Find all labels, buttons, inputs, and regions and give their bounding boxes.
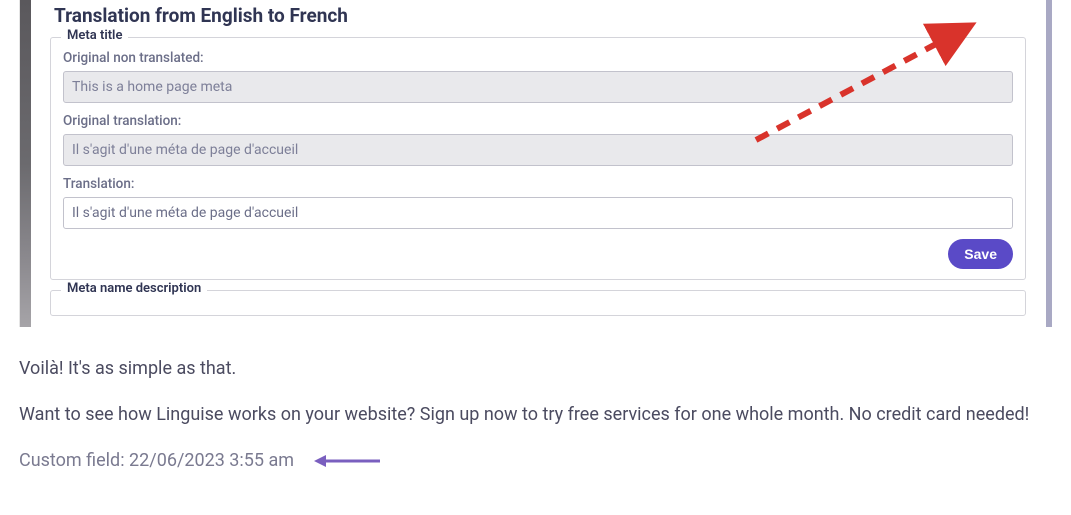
translation-editor-screenshot: Translation from English to French Meta … (19, 0, 1052, 327)
custom-field-row: Custom field: 22/06/2023 3:55 am (19, 447, 1052, 475)
save-button[interactable]: Save (948, 239, 1013, 269)
translation-group: Translation: (63, 176, 1013, 229)
article-body: Voilà! It's as simple as that. Want to s… (0, 355, 1071, 475)
translation-input[interactable] (63, 197, 1013, 229)
original-non-translated-label: Original non translated: (63, 50, 1013, 66)
original-translation-label: Original translation: (63, 113, 1013, 129)
article-line-1: Voilà! It's as simple as that. (19, 355, 1052, 383)
article-line-2: Want to see how Linguise works on your w… (19, 401, 1052, 429)
translation-panel: Translation from English to French Meta … (50, 0, 1026, 316)
save-row: Save (63, 239, 1013, 269)
page-title: Translation from English to French (54, 4, 1026, 27)
original-non-translated-group: Original non translated: (63, 50, 1013, 103)
meta-title-legend: Meta title (61, 28, 128, 43)
purple-arrow-icon (312, 454, 382, 468)
meta-name-description-fieldset: Meta name description (50, 290, 1026, 316)
original-translation-group: Original translation: (63, 113, 1013, 166)
meta-name-description-legend: Meta name description (61, 281, 207, 296)
original-translation-input (63, 134, 1013, 166)
translation-label: Translation: (63, 176, 1013, 192)
custom-field-value: 22/06/2023 3:55 am (129, 450, 294, 471)
original-non-translated-input (63, 71, 1013, 103)
meta-title-fieldset: Meta title Original non translated: Orig… (50, 37, 1026, 280)
window-edge-strip (20, 0, 31, 327)
custom-field-label: Custom field: (19, 450, 125, 471)
